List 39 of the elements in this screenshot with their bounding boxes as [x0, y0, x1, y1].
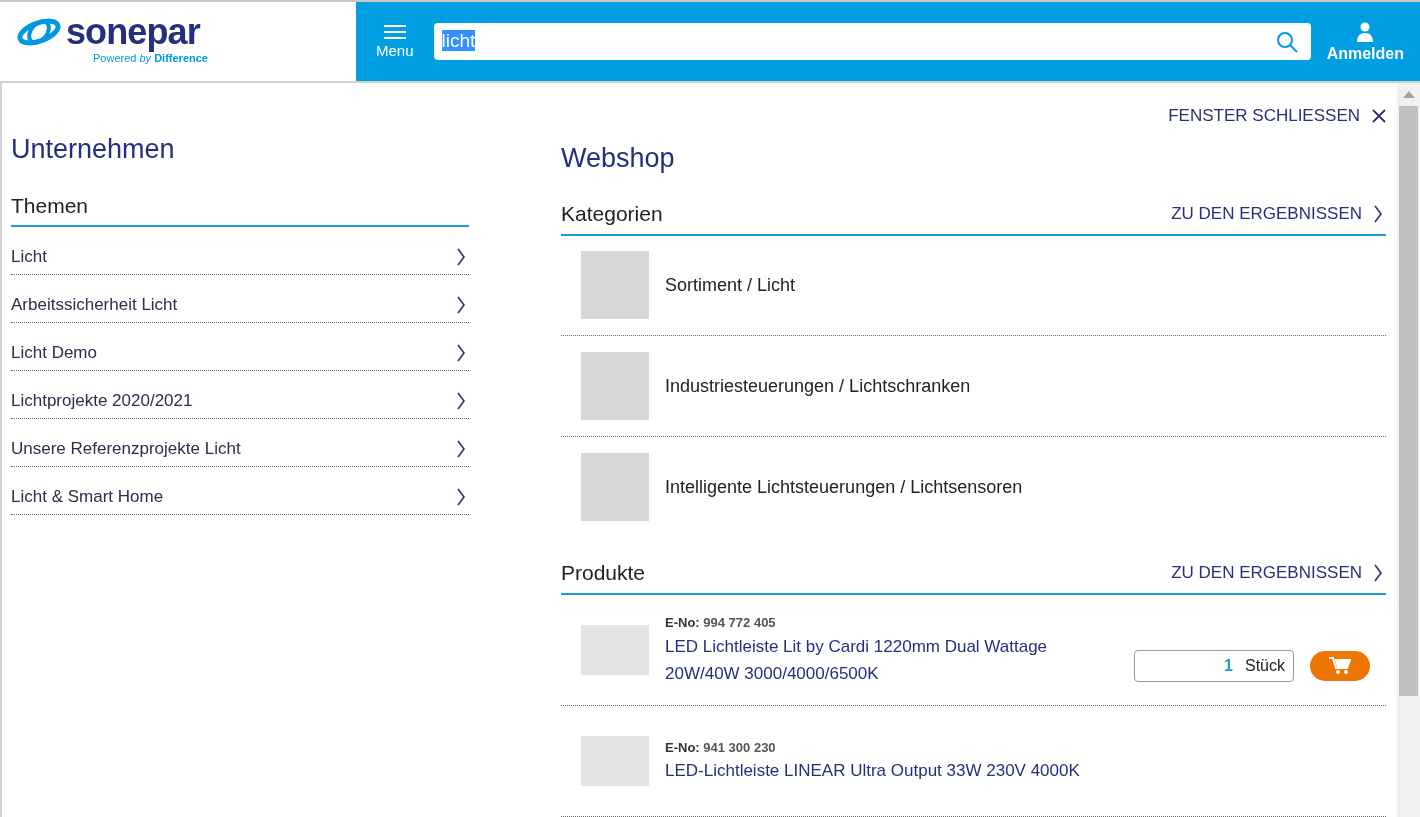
section-title: Unternehmen — [11, 133, 176, 166]
photo-placeholder — [581, 736, 649, 786]
search-value: licht — [441, 30, 476, 52]
cart-icon — [1329, 657, 1351, 675]
article-number: E-No: 994 772 405 — [665, 614, 777, 633]
photo-placeholder — [581, 453, 649, 522]
topic-link[interactable]: Licht — [11, 227, 469, 275]
subsection-title: Themen — [11, 192, 90, 219]
logo-tagline: Powered by Difference — [93, 52, 209, 66]
topic-link[interactable]: Arbeitssicherheit Licht — [11, 275, 469, 323]
user-icon — [1357, 21, 1374, 42]
photo-placeholder — [581, 352, 649, 421]
category-item[interactable]: Intelligente Lichtsteuerungen / Lichtsensoren — [561, 436, 1386, 538]
product-link[interactable]: LED-Lichtleiste LINEAR Ultra Output 33W 230V 4000K — [665, 757, 1125, 785]
scrollbar-thumb[interactable] — [1399, 106, 1418, 696]
topic-link[interactable]: Licht Demo — [11, 323, 469, 371]
subsection-title: Kategorien — [561, 201, 663, 227]
section-title: Webshop — [561, 141, 676, 175]
topic-link[interactable]: Unsere Referenzprojekte Licht — [11, 419, 469, 467]
category-item[interactable]: Industriesteuerungen / Lichtschranken — [561, 336, 1386, 437]
scroll-up-icon[interactable] — [1402, 91, 1415, 98]
search-icon[interactable] — [1274, 29, 1299, 54]
topic-link[interactable]: Lichtprojekte 2020/2021 — [11, 371, 469, 419]
scrollbar[interactable] — [1397, 83, 1420, 817]
product-link[interactable]: LED Lichtleiste Lit by Cardi 1220mm Dual Wattage 20W/40W 3000/4000/6500K — [665, 632, 1125, 687]
photo-placeholder — [581, 625, 649, 675]
photo-placeholder — [581, 251, 649, 320]
results-link[interactable]: ZU DEN ERGEBNISSEN — [1171, 201, 1386, 227]
menu-icon — [383, 24, 406, 41]
close-icon — [1372, 108, 1386, 123]
subsection-title: Produkte — [561, 560, 646, 587]
category-item[interactable]: Sortiment / Licht — [561, 235, 1386, 337]
topic-link[interactable]: Licht & Smart Home — [11, 467, 469, 515]
close-window-button[interactable]: FENSTER SCHLIESSEN — [1168, 103, 1386, 129]
results-link[interactable]: ZU DEN ERGEBNISSEN — [1171, 560, 1386, 586]
logo-wordmark[interactable]: sonepar — [66, 14, 200, 50]
add-to-cart-button[interactable] — [1310, 651, 1370, 681]
article-number: E-No: 941 300 230 — [665, 738, 777, 757]
quantity-field[interactable]: 1 Stück — [1134, 650, 1294, 682]
